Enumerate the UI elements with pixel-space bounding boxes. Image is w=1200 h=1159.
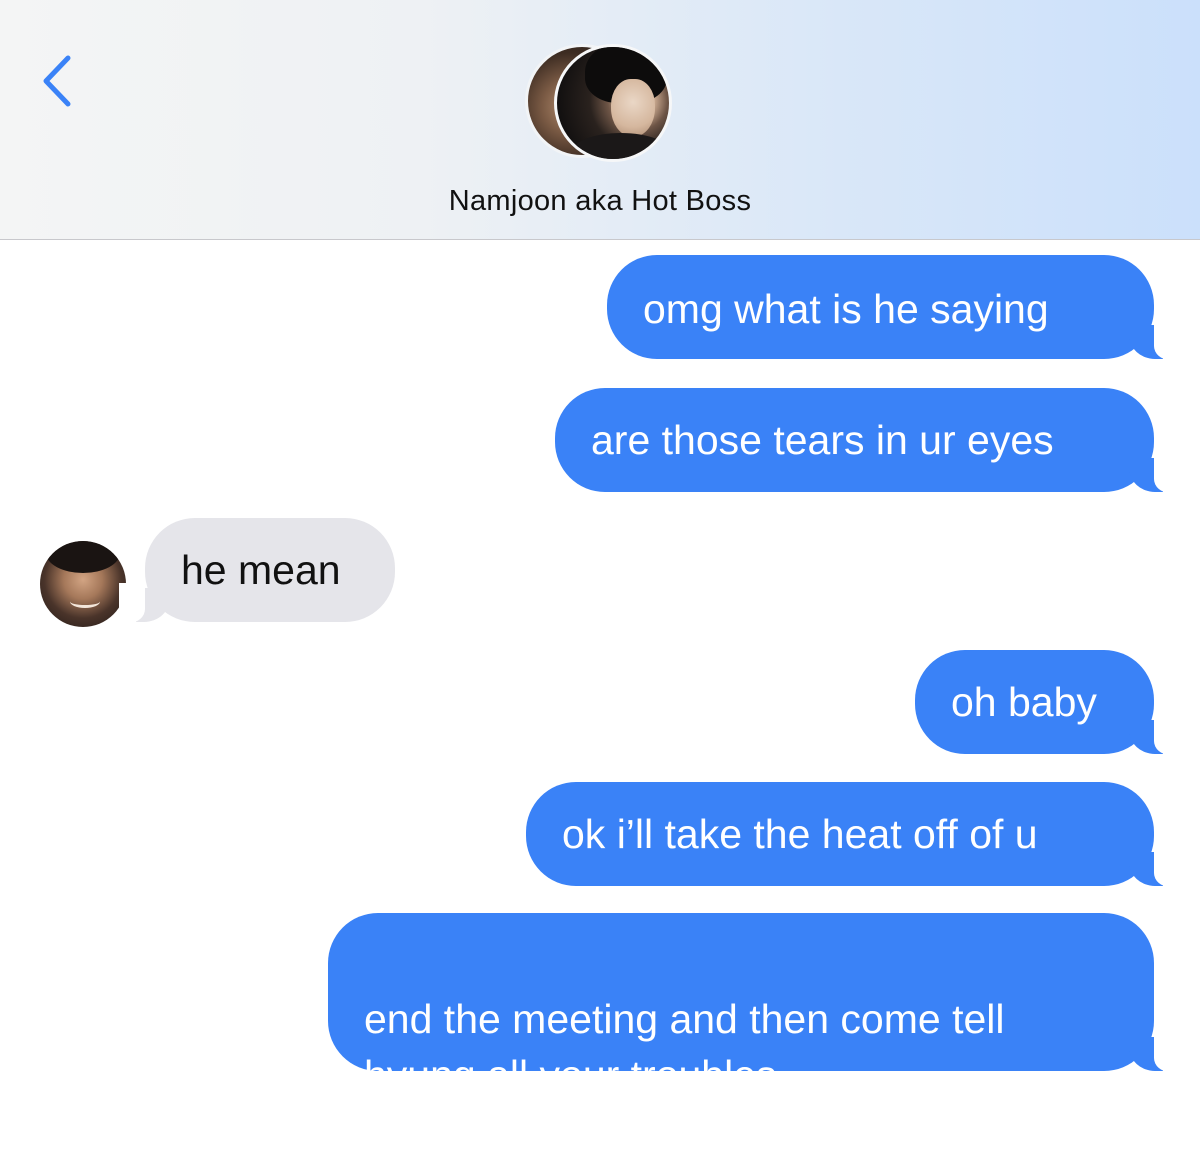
contact-avatar-group[interactable]	[525, 44, 677, 164]
message-bubble-sent[interactable]: end the meeting and then come tell hyung…	[328, 913, 1180, 1098]
message-bubble-sent[interactable]: omg what is he saying	[607, 255, 1180, 360]
message-bubble-sent[interactable]: are those tears in ur eyes	[555, 388, 1180, 493]
message-text: ok i’ll take the heat off of u	[562, 811, 1038, 857]
message-bubble-sent[interactable]: oh baby	[915, 650, 1180, 755]
contact-avatar	[554, 44, 672, 162]
message-text: oh baby	[951, 679, 1097, 725]
contact-name[interactable]: Namjoon aka Hot Boss	[0, 185, 1200, 218]
message-text: end the meeting and then come tell hyung…	[364, 996, 1005, 1098]
sender-avatar[interactable]	[40, 541, 126, 627]
message-text: are those tears in ur eyes	[591, 417, 1054, 463]
message-bubble-sent[interactable]: ok i’ll take the heat off of u	[526, 782, 1180, 887]
chevron-left-icon	[43, 55, 71, 107]
message-text: he mean	[181, 547, 341, 593]
conversation-header: Namjoon aka Hot Boss	[0, 0, 1200, 240]
back-button[interactable]	[36, 52, 80, 110]
message-bubble-received[interactable]: he mean	[119, 518, 395, 623]
message-text: omg what is he saying	[643, 286, 1049, 332]
